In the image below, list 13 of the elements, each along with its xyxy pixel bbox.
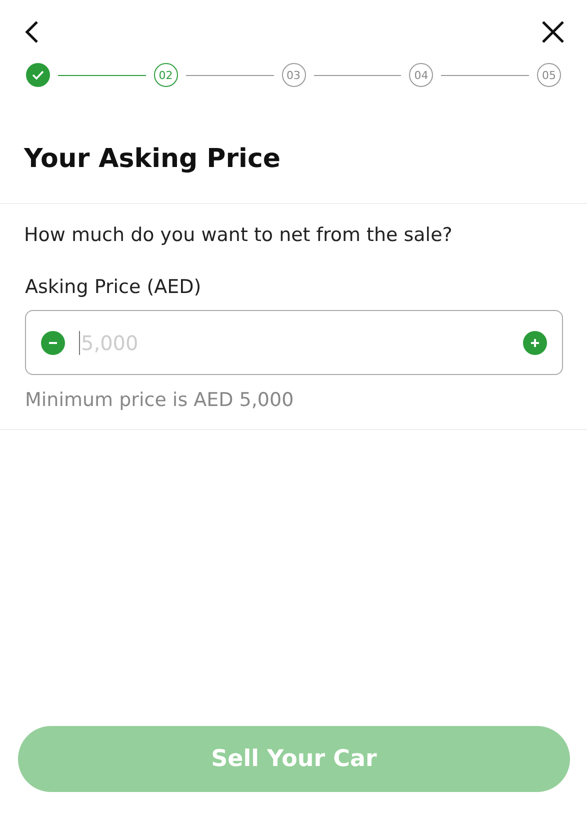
decrease-button[interactable] <box>41 330 65 354</box>
field-label: Asking Price (AED) <box>25 276 202 298</box>
page-title: Your Asking Price <box>24 144 282 174</box>
step-number: 05 <box>537 63 561 87</box>
step-number: 04 <box>409 63 434 87</box>
step-number: 02 <box>154 63 178 87</box>
close-icon[interactable] <box>541 20 565 44</box>
step-number: 03 <box>282 63 306 87</box>
hint-text: Minimum price is AED 5,000 <box>25 389 295 411</box>
question-text: How much do you want to net from the sale? <box>24 224 454 246</box>
plus-icon <box>530 338 540 348</box>
back-icon[interactable] <box>24 20 40 44</box>
increase-button[interactable] <box>523 330 547 354</box>
